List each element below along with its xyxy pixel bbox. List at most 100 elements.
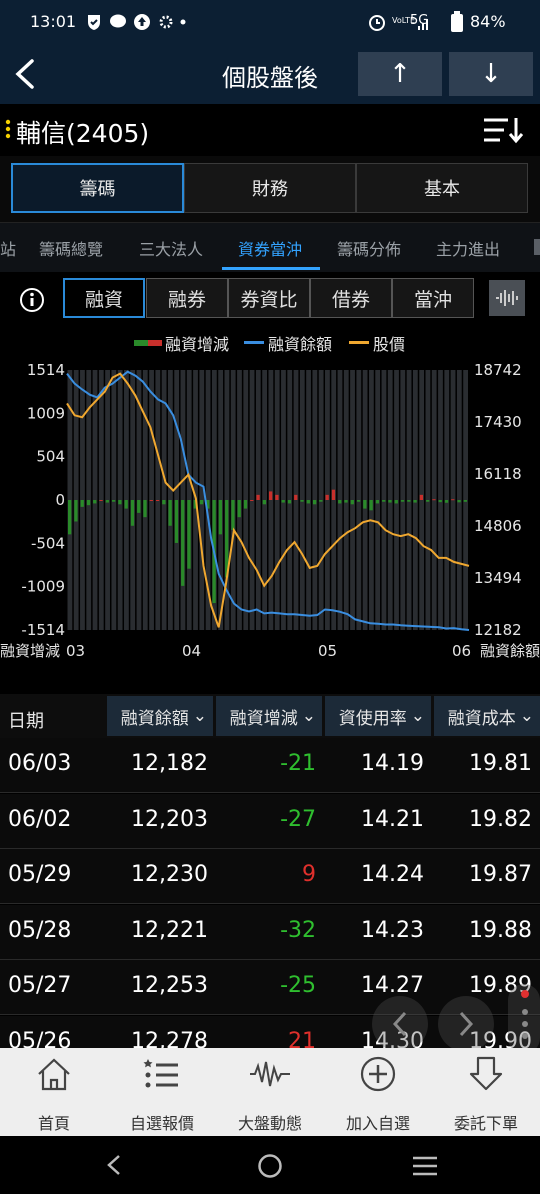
cell-balance: 12,203: [131, 806, 208, 832]
nav-order[interactable]: 委託下單: [432, 1048, 540, 1136]
table-row[interactable]: 06/03 12,182 -21 14.19 19.81: [0, 738, 540, 793]
battery-icon: [451, 11, 463, 32]
bottom-nav: 首頁 自選報價 大盤動態 加入自選 委託下單: [0, 1048, 540, 1136]
chart-change-bar: [155, 500, 160, 501]
cell-usage: 14.24: [361, 862, 424, 887]
subnav-item-main-force[interactable]: 主力進出: [436, 236, 500, 260]
cell-date: 06/02: [8, 806, 72, 832]
nav-market[interactable]: 大盤動態: [216, 1048, 324, 1136]
segment-short[interactable]: 融券: [146, 278, 228, 318]
chart-change-bar: [231, 500, 235, 531]
next-page-button[interactable]: [438, 996, 494, 1052]
left-tick-label: -504: [31, 534, 65, 552]
subnav-active-indicator: [222, 267, 320, 270]
chart-change-bar: [413, 500, 417, 503]
subnav-item-distribution[interactable]: 籌碼分佈: [337, 236, 401, 260]
chart-change-bar: [438, 500, 442, 503]
chart-change-bar: [105, 500, 109, 503]
chart-change-bar: [262, 500, 266, 505]
system-nav: [0, 1136, 540, 1194]
col-usage-sort[interactable]: 資使用率 ⌄: [325, 696, 431, 736]
segment-daytrade[interactable]: 當沖: [392, 278, 474, 318]
system-menu-icon[interactable]: [411, 1155, 439, 1177]
stock-name[interactable]: 輔信(2405): [16, 114, 149, 150]
chart-change-bar: [250, 500, 254, 501]
tab-chips[interactable]: 籌碼: [11, 163, 184, 213]
chevron-down-icon: ⌄: [519, 706, 534, 726]
cell-cost: 19.88: [469, 917, 532, 943]
left-tick-label: 1514: [27, 361, 65, 379]
cell-usage: 14.19: [361, 751, 424, 776]
add-circle-icon: [360, 1056, 396, 1092]
subnav-item-institutional[interactable]: 三大法人: [139, 236, 203, 260]
subnav-item-partial[interactable]: 站: [0, 236, 16, 260]
chart-change-bar: [319, 500, 323, 502]
legend-label-2: 股價: [373, 335, 405, 354]
chart-change-bar: [432, 499, 436, 501]
order-hand-icon: [469, 1056, 503, 1091]
right-tick-label: 12182: [474, 621, 522, 639]
prev-stock-button[interactable]: ↑: [358, 52, 442, 96]
drag-handle-icon[interactable]: [4, 118, 12, 140]
network-type: 5G: [410, 13, 429, 28]
chart-change-bar: [80, 500, 84, 507]
right-tick-label: 14806: [474, 517, 522, 535]
legend-label-0: 融資增減: [165, 335, 229, 354]
more-options-button[interactable]: [508, 984, 540, 1054]
chart-change-bar: [294, 494, 298, 500]
cell-usage: 14.23: [361, 917, 424, 943]
nav-home[interactable]: 首頁: [0, 1048, 108, 1136]
col-balance-sort[interactable]: 融資餘額 ⌄: [107, 696, 213, 736]
prev-page-button[interactable]: [372, 996, 428, 1052]
tab-finance[interactable]: 財務: [184, 163, 356, 213]
table-row[interactable]: 06/02 12,203 -27 14.21 19.82: [0, 793, 540, 849]
sort-menu-icon[interactable]: [482, 114, 524, 146]
more-vertical-icon: [521, 990, 529, 1039]
chart-change-bar: [86, 500, 91, 506]
cell-date: 05/27: [8, 973, 72, 998]
chart-change-bar: [181, 500, 185, 586]
chart-change-bar: [363, 500, 367, 509]
cell-change: -27: [280, 806, 316, 832]
chart-change-bar: [74, 500, 78, 522]
chart-change-bar: [375, 500, 380, 504]
col-cost-sort[interactable]: 融資成本 ⌄: [434, 696, 540, 736]
legend-label-1: 融資餘額: [268, 335, 332, 354]
x-tick-label: 06: [452, 642, 471, 660]
chart-change-bar: [118, 500, 122, 505]
nav-watchlist[interactable]: 自選報價: [108, 1048, 216, 1136]
chart-change-bar: [275, 494, 279, 500]
battery-level: 84%: [470, 12, 506, 31]
pulse-icon: [250, 1061, 290, 1087]
next-stock-button[interactable]: ↓: [449, 52, 533, 96]
chart-mode-button[interactable]: [489, 280, 525, 316]
chart-change-bar: [356, 500, 361, 502]
chart-change-bar: [444, 500, 449, 503]
chart-change-bar: [382, 500, 386, 502]
legend-swatch-change: [148, 340, 162, 346]
cell-change: -21: [280, 751, 316, 776]
nav-add-watchlist[interactable]: 加入自選: [324, 1048, 432, 1136]
right-tick-label: 13494: [474, 569, 522, 587]
segment-margin[interactable]: 融資: [63, 278, 145, 318]
cell-balance: 12,253: [131, 973, 208, 998]
back-icon[interactable]: [12, 58, 40, 90]
chart-change-bar: [93, 500, 97, 504]
subnav-item-overview[interactable]: 籌碼總覽: [39, 236, 103, 260]
cell-change: -25: [280, 973, 316, 998]
subnav-item-margin-daytrade[interactable]: 資券當沖: [238, 236, 302, 260]
system-back-icon[interactable]: [104, 1153, 124, 1177]
col-change-sort[interactable]: 融資增減 ⌄: [216, 696, 322, 736]
info-icon[interactable]: [19, 287, 45, 313]
chart-change-bar: [168, 500, 172, 526]
tab-basic[interactable]: 基本: [356, 163, 528, 213]
col-balance-label: 融資餘額: [120, 708, 189, 729]
table-row[interactable]: 05/29 12,230 9 14.24 19.87: [0, 849, 540, 904]
cell-change: 9: [302, 862, 316, 887]
chevron-down-icon: ⌄: [192, 706, 207, 726]
segment-ratio[interactable]: 券資比: [228, 278, 310, 318]
cell-date: 06/03: [8, 751, 72, 776]
table-row[interactable]: 05/28 12,221 -32 14.23 19.88: [0, 904, 540, 960]
segment-lending[interactable]: 借券: [310, 278, 392, 318]
system-home-icon[interactable]: [256, 1152, 284, 1180]
